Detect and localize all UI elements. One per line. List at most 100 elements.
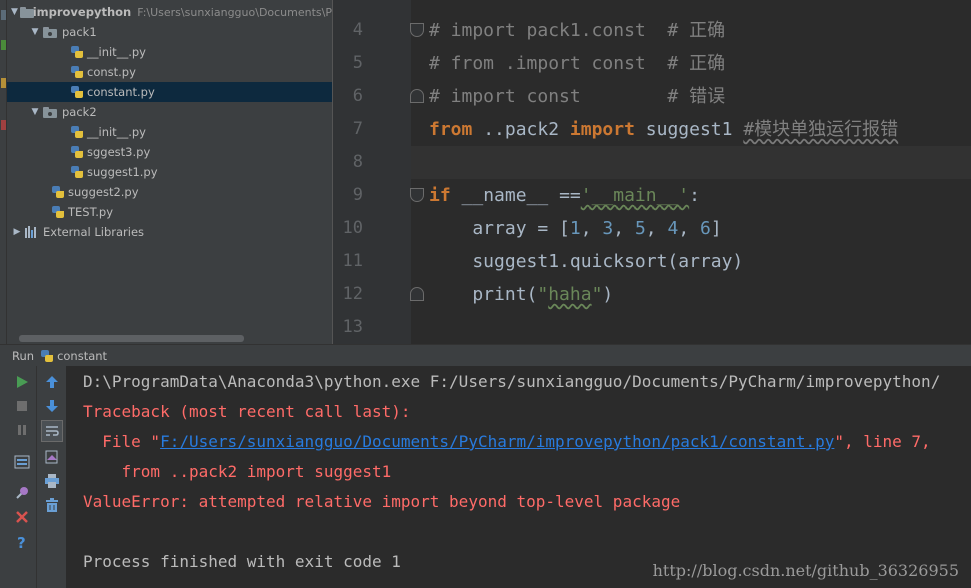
tree-root-label: improvepython <box>32 5 132 19</box>
number-literal: 5 <box>634 218 646 239</box>
package-folder-icon <box>43 26 57 38</box>
strip-marker <box>1 120 6 130</box>
code-comment: #模块单独运行报错 <box>743 119 899 140</box>
tree-item-label: __init__.py <box>87 125 146 139</box>
scroll-down-button[interactable] <box>41 395 63 417</box>
fold-marker-icon[interactable] <box>410 188 424 202</box>
line-number: 4 <box>352 20 363 40</box>
tree-item-label: sggest3.py <box>87 145 151 159</box>
caret-line-highlight <box>411 146 971 179</box>
code-token: suggest1 <box>634 119 744 140</box>
fold-marker-icon[interactable] <box>410 89 424 103</box>
code-token: : <box>689 185 700 206</box>
run-toolbar-primary: ? <box>7 366 37 588</box>
console-text: File " <box>83 432 161 451</box>
code-line-4: # import pack1.const # 正确 <box>429 20 726 41</box>
soft-wrap-toggle[interactable] <box>41 420 63 442</box>
horizontal-scrollbar[interactable] <box>19 335 244 342</box>
run-toolbar-secondary <box>37 366 67 588</box>
tree-item-label: pack1 <box>62 25 97 39</box>
console-file-link[interactable]: F:/Users/sunxiangguo/Documents/PyCharm/i… <box>160 432 834 451</box>
string-literal: '__main__' <box>580 185 690 206</box>
tree-item-label: suggest2.py <box>68 185 139 199</box>
tree-item-label: suggest1.py <box>87 165 158 179</box>
code-token: ) <box>602 284 614 305</box>
expand-arrow-icon[interactable]: ▼ <box>29 107 41 117</box>
tree-item-constant[interactable]: constant.py <box>7 82 332 102</box>
run-tab-label[interactable]: Run <box>12 349 34 363</box>
strip-marker <box>1 78 6 88</box>
pause-button[interactable] <box>11 419 33 441</box>
fold-marker-icon[interactable] <box>410 287 424 301</box>
tree-item-external-libraries[interactable]: ▶ External Libraries <box>7 222 332 242</box>
clear-all-button[interactable] <box>41 494 63 516</box>
code-editor[interactable]: 4 5 6 7 8 9 10 11 12 13 # import pack1.c… <box>332 0 971 344</box>
layout-icon <box>14 455 30 469</box>
python-file-icon <box>51 205 65 219</box>
tree-item-pack2-init[interactable]: __init__.py <box>7 122 332 142</box>
expand-arrow-icon[interactable]: ▼ <box>11 7 18 17</box>
run-left-edge <box>0 366 7 588</box>
code-token: , <box>580 218 603 239</box>
fold-marker-icon[interactable] <box>410 23 424 37</box>
collapse-arrow-icon[interactable]: ▶ <box>11 227 23 237</box>
tree-item-label: pack2 <box>62 105 97 119</box>
scroll-up-button[interactable] <box>41 371 63 393</box>
tree-item-sggest3[interactable]: sggest3.py <box>7 142 332 162</box>
console-text: ", line 7, <box>834 432 931 451</box>
help-button[interactable]: ? <box>11 531 33 553</box>
code-token: , <box>613 218 635 239</box>
rerun-button[interactable] <box>11 371 33 393</box>
python-file-icon <box>51 185 65 199</box>
string-quote: " <box>591 284 603 305</box>
tree-item-pack1-init[interactable]: __init__.py <box>7 42 332 62</box>
console-file-line: File "F:/Users/sunxiangguo/Documents/PyC… <box>83 427 931 457</box>
stop-button[interactable] <box>11 395 33 417</box>
tree-item-label: External Libraries <box>43 225 145 239</box>
number-literal: 3 <box>602 218 614 239</box>
tree-item-pack1[interactable]: ▼ pack1 <box>7 22 332 42</box>
print-button[interactable] <box>41 470 63 492</box>
tree-item-suggest1[interactable]: suggest1.py <box>7 162 332 182</box>
tree-item-test[interactable]: TEST.py <box>7 202 332 222</box>
line-number: 9 <box>352 185 363 205</box>
code-token: array = [ <box>429 218 570 239</box>
python-file-icon <box>70 165 84 179</box>
strip-marker <box>1 40 6 50</box>
run-config-name[interactable]: constant <box>57 349 107 363</box>
tree-item-suggest2[interactable]: suggest2.py <box>7 182 332 202</box>
tree-root-path: F:\Users\sunxiangguo\Documents\P <box>137 5 332 19</box>
number-literal: 6 <box>700 218 711 239</box>
tree-item-const[interactable]: const.py <box>7 62 332 82</box>
close-run-button[interactable] <box>11 506 33 528</box>
tree-root[interactable]: ▼ improvepython F:\Users\sunxiangguo\Doc… <box>7 2 332 22</box>
soft-wrap-icon <box>46 426 59 436</box>
code-line-7: from ..pack2 import suggest1 #模块单独运行报错 <box>429 113 898 146</box>
question-icon: ? <box>17 534 26 550</box>
code-line-9: if __name__ =='__main__': <box>429 179 700 212</box>
code-token: ..pack2 <box>472 119 570 140</box>
restore-layout-button[interactable] <box>11 451 33 473</box>
python-file-icon <box>70 65 84 79</box>
number-literal: 1 <box>569 218 581 239</box>
scroll-to-end-button[interactable] <box>41 446 63 468</box>
line-number: 12 <box>342 284 363 304</box>
strip-marker <box>1 10 6 20</box>
pin-tab-button[interactable] <box>11 482 33 504</box>
line-number: 8 <box>352 152 363 172</box>
code-line-5: # from .import const # 正确 <box>429 53 726 74</box>
stop-icon <box>17 401 27 411</box>
keyword-import: import <box>569 119 635 140</box>
run-panel-header: Run constant <box>0 344 971 366</box>
code-token: , <box>645 218 668 239</box>
run-console[interactable]: D:\ProgramData\Anaconda3\python.exe F:/U… <box>67 366 971 588</box>
console-error-message: ValueError: attempted relative import be… <box>83 492 681 511</box>
package-folder-icon <box>43 106 57 118</box>
code-line-6: # import const # 错误 <box>429 86 726 107</box>
console-exit-message: Process finished with exit code 1 <box>83 552 401 571</box>
tree-item-label: TEST.py <box>68 205 114 219</box>
tree-item-pack2[interactable]: ▼ pack2 <box>7 102 332 122</box>
expand-arrow-icon[interactable]: ▼ <box>29 27 41 37</box>
console-traceback: Traceback (most recent call last): <box>83 402 411 421</box>
python-file-icon <box>70 45 84 59</box>
